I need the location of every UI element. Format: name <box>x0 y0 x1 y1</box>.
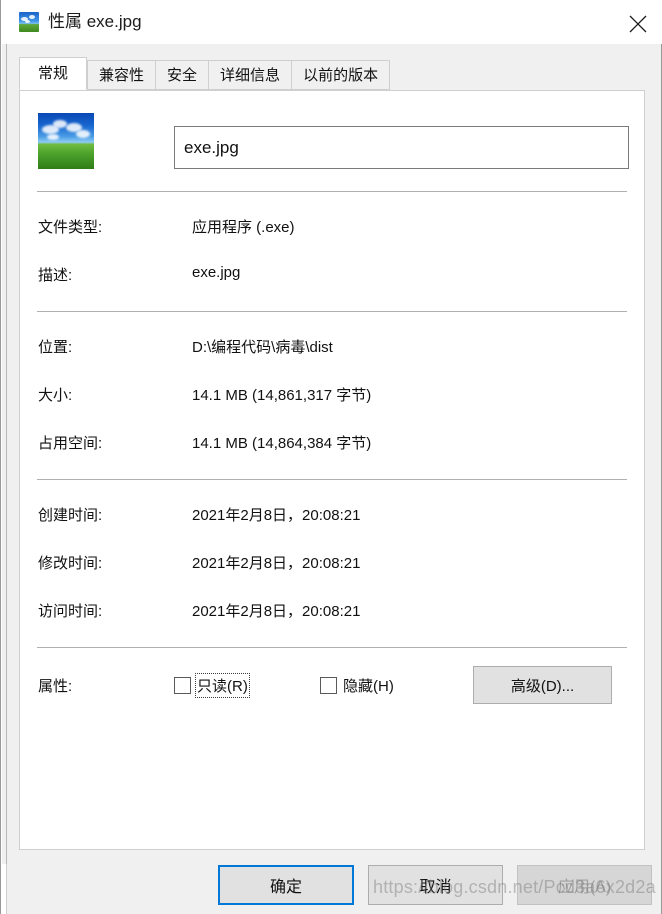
tab-compatibility[interactable]: 兼容性 <box>87 60 156 90</box>
readonly-checkbox[interactable]: 只读(R) <box>174 672 250 698</box>
apply-button: 应用(A) <box>517 865 652 905</box>
row-location: 位置: D:\编程代码\病毒\dist <box>38 336 638 358</box>
row-accessed: 访问时间: 2021年2月8日，20:08:21 <box>38 600 638 622</box>
size-label: 大小: <box>38 387 73 404</box>
filename-input[interactable] <box>174 126 629 169</box>
row-created: 创建时间: 2021年2月8日，20:08:21 <box>38 504 638 526</box>
location-value: D:\编程代码\病毒\dist <box>192 339 333 356</box>
description-label: 描述: <box>38 267 73 284</box>
window-title: 性属 exe.jpg <box>48 12 142 31</box>
general-tab-panel: 文件类型: 应用程序 (.exe) 描述: exe.jpg 位置: D:\编程代… <box>19 90 645 850</box>
separator-3 <box>37 479 627 480</box>
modified-value: 2021年2月8日，20:08:21 <box>192 555 361 572</box>
file-type-value: 应用程序 (.exe) <box>192 219 295 236</box>
tab-details[interactable]: 详细信息 <box>208 60 292 90</box>
tab-strip: 常规 兼容性 安全 详细信息 以前的版本 <box>19 57 391 90</box>
row-size: 大小: 14.1 MB (14,861,317 字节) <box>38 384 638 406</box>
title-bar: 性属 exe.jpg <box>2 0 662 44</box>
attributes-label: 属性: <box>38 678 73 695</box>
window-left-rail <box>2 44 7 864</box>
row-description: 描述: exe.jpg <box>38 264 638 286</box>
hidden-checkbox-box <box>320 676 337 694</box>
properties-dialog: 性属 exe.jpg 常规 兼容性 安全 详细信息 以前的版本 文 <box>0 0 662 914</box>
readonly-checkbox-label: 只读(R) <box>195 672 250 698</box>
created-label: 创建时间: <box>38 507 103 524</box>
accessed-label: 访问时间: <box>38 603 103 620</box>
location-label: 位置: <box>38 339 73 356</box>
cancel-button[interactable]: 取消 <box>368 865 503 905</box>
hidden-checkbox-label: 隐藏(H) <box>343 677 394 695</box>
row-modified: 修改时间: 2021年2月8日，20:08:21 <box>38 552 638 574</box>
row-file-type: 文件类型: 应用程序 (.exe) <box>38 216 638 238</box>
hidden-checkbox[interactable]: 隐藏(H) <box>320 673 394 697</box>
ok-button[interactable]: 确定 <box>218 865 354 905</box>
tab-security[interactable]: 安全 <box>155 60 209 90</box>
tab-general[interactable]: 常规 <box>19 57 88 90</box>
size-on-disk-value: 14.1 MB (14,864,384 字节) <box>192 435 372 452</box>
readonly-checkbox-box <box>174 676 191 694</box>
size-value: 14.1 MB (14,861,317 字节) <box>192 387 372 404</box>
file-type-label: 文件类型: <box>38 219 103 236</box>
tab-previous-versions[interactable]: 以前的版本 <box>291 60 391 90</box>
separator-2 <box>37 311 627 312</box>
created-value: 2021年2月8日，20:08:21 <box>192 507 361 524</box>
row-size-on-disk: 占用空间: 14.1 MB (14,864,384 字节) <box>38 432 638 454</box>
separator-4 <box>37 647 627 648</box>
image-thumbnail-icon <box>19 12 39 32</box>
advanced-button[interactable]: 高级(D)... <box>473 666 612 704</box>
accessed-value: 2021年2月8日，20:08:21 <box>192 603 361 620</box>
description-value: exe.jpg <box>192 264 241 281</box>
close-button[interactable] <box>614 0 662 44</box>
close-icon <box>629 15 647 33</box>
separator-1 <box>37 191 627 192</box>
size-on-disk-label: 占用空间: <box>38 435 103 452</box>
modified-label: 修改时间: <box>38 555 103 572</box>
file-thumbnail-icon <box>38 113 94 169</box>
